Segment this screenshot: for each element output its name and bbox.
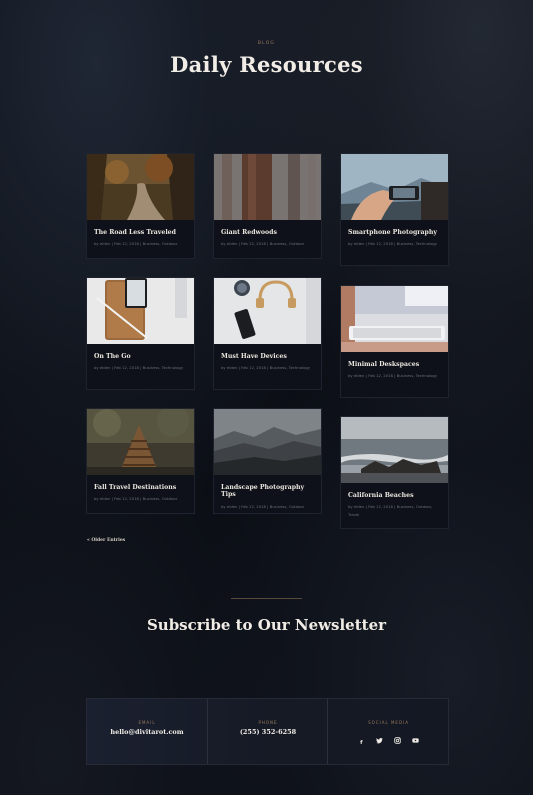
page-title: Daily Resources <box>170 52 363 77</box>
post-meta: by elden | Feb 12, 2018 | Business, Outd… <box>221 241 305 247</box>
contact-social: SOCIAL MEDIA f <box>327 699 449 764</box>
post-card[interactable]: Landscape Photography Tips by elden | Fe… <box>213 408 322 514</box>
post-thumbnail[interactable] <box>341 417 448 483</box>
post-thumbnail[interactable] <box>87 278 194 344</box>
post-card[interactable]: The Road Less Traveled by elden | Feb 12… <box>86 153 195 259</box>
contact-phone: PHONE (255) 352-6258 <box>207 699 328 764</box>
post-meta: by elden | Feb 12, 2018 | Business, Outd… <box>94 496 178 502</box>
post-thumbnail[interactable] <box>87 409 194 475</box>
post-meta: by elden | Feb 12, 2018 | Business, Tech… <box>94 365 184 371</box>
youtube-icon[interactable] <box>412 737 419 744</box>
post-title[interactable]: Giant Redwoods <box>221 229 314 236</box>
post-meta: by elden | Feb 12, 2018 | Business, Outd… <box>94 241 178 247</box>
post-title[interactable]: Smartphone Photography <box>348 229 441 236</box>
twitter-icon[interactable] <box>376 737 383 744</box>
post-meta: by elden | Feb 12, 2018 | Business, Tech… <box>221 365 311 371</box>
post-title[interactable]: Fall Travel Destinations <box>94 484 187 491</box>
post-title[interactable]: On The Go <box>94 353 187 360</box>
section-eyebrow: BLOG <box>257 41 276 46</box>
post-thumbnail[interactable] <box>341 154 448 220</box>
instagram-icon[interactable] <box>394 737 401 744</box>
post-card[interactable]: California Beaches by elden | Feb 12, 20… <box>340 416 449 529</box>
post-meta: by elden | Feb 12, 2018 | Business, Tech… <box>348 373 438 379</box>
post-title[interactable]: Landscape Photography Tips <box>221 484 314 499</box>
social-icons: f <box>328 729 449 748</box>
post-thumbnail[interactable] <box>214 278 321 344</box>
phone-label: PHONE <box>258 720 278 725</box>
older-entries-link[interactable]: « Older Entries <box>87 538 125 543</box>
post-title[interactable]: California Beaches <box>348 492 441 499</box>
post-meta: by elden | Feb 12, 2018 | Business, Outd… <box>221 503 305 509</box>
email-value[interactable]: hello@divitarot.com <box>87 728 207 736</box>
post-thumbnail[interactable] <box>214 154 321 220</box>
facebook-icon[interactable]: f <box>358 740 365 747</box>
background <box>0 0 533 795</box>
newsletter-title: Subscribe to Our Newsletter <box>146 616 387 634</box>
post-card[interactable]: Smartphone Photography by elden | Feb 12… <box>340 153 449 266</box>
contact-email: EMAIL hello@divitarot.com <box>87 699 207 764</box>
post-title[interactable]: The Road Less Traveled <box>94 229 187 236</box>
post-card[interactable]: Giant Redwoods by elden | Feb 12, 2018 |… <box>213 153 322 259</box>
post-card[interactable]: On The Go by elden | Feb 12, 2018 | Busi… <box>86 277 195 390</box>
email-label: EMAIL <box>138 720 156 725</box>
post-title[interactable]: Minimal Deskspaces <box>348 361 441 368</box>
post-thumbnail[interactable] <box>341 286 448 352</box>
post-thumbnail[interactable] <box>87 154 194 220</box>
post-card[interactable]: Must Have Devices by elden | Feb 12, 201… <box>213 277 322 390</box>
post-meta: by elden | Feb 12, 2018 | Business, Tech… <box>348 241 438 247</box>
post-title[interactable]: Must Have Devices <box>221 353 314 360</box>
post-meta: by elden | Feb 12, 2018 | Business, Outd… <box>348 504 433 517</box>
post-card[interactable]: Minimal Deskspaces by elden | Feb 12, 20… <box>340 285 449 398</box>
section-divider <box>231 598 302 599</box>
phone-value[interactable]: (255) 352-6258 <box>208 728 328 736</box>
post-card[interactable]: Fall Travel Destinations by elden | Feb … <box>86 408 195 514</box>
post-thumbnail[interactable] <box>214 409 321 475</box>
contact-panel: EMAIL hello@divitarot.com PHONE (255) 35… <box>86 698 449 765</box>
social-label: SOCIAL MEDIA <box>368 720 409 725</box>
